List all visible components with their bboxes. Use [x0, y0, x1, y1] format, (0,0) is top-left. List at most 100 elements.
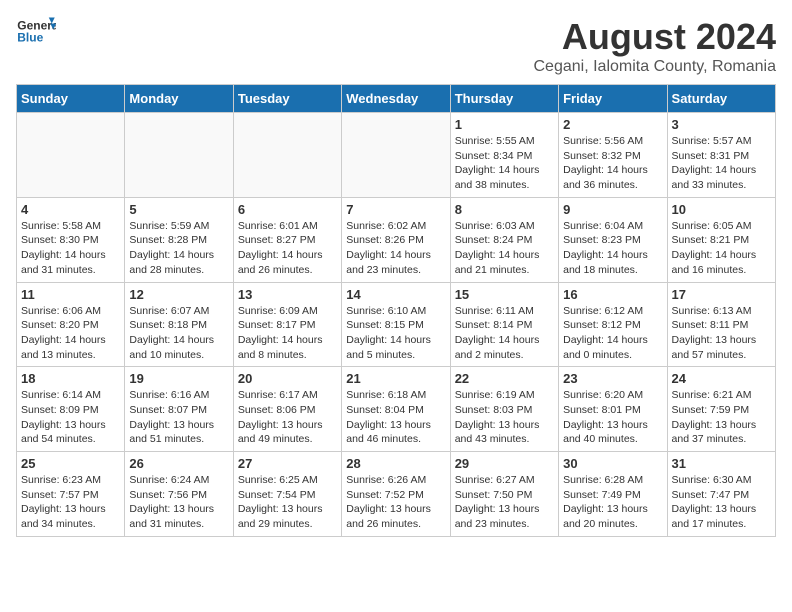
col-sunday: Sunday — [17, 85, 125, 113]
day-number: 17 — [672, 287, 771, 302]
col-thursday: Thursday — [450, 85, 558, 113]
calendar-cell: 8 Sunrise: 6:03 AM Sunset: 8:24 PM Daylig… — [450, 197, 558, 282]
day-number: 16 — [563, 287, 662, 302]
day-number: 25 — [21, 456, 120, 471]
calendar-cell: 5 Sunrise: 5:59 AM Sunset: 8:28 PM Daylig… — [125, 197, 233, 282]
calendar-cell: 2Sunrise: 5:56 AM Sunset: 8:32 PM Daylig… — [559, 113, 667, 198]
day-info: Sunrise: 6:17 AM Sunset: 8:06 PM Dayligh… — [238, 388, 337, 447]
calendar-cell: 25 Sunrise: 6:23 AM Sunset: 7:57 PM Dayli… — [17, 452, 125, 537]
day-number: 28 — [346, 456, 445, 471]
day-number: 9 — [563, 202, 662, 217]
calendar-cell: 29 Sunrise: 6:27 AM Sunset: 7:50 PM Dayli… — [450, 452, 558, 537]
calendar-cell: 9 Sunrise: 6:04 AM Sunset: 8:23 PM Daylig… — [559, 197, 667, 282]
day-info: Sunrise: 6:03 AM Sunset: 8:24 PM Dayligh… — [455, 219, 554, 278]
day-number: 1 — [455, 117, 554, 132]
calendar-cell: 21Sunrise: 6:18 AM Sunset: 8:04 PM Dayli… — [342, 367, 450, 452]
col-monday: Monday — [125, 85, 233, 113]
day-number: 3 — [672, 117, 771, 132]
calendar-cell: 16 Sunrise: 6:12 AM Sunset: 8:12 PM Dayli… — [559, 282, 667, 367]
calendar: Sunday Monday Tuesday Wednesday Thursday… — [16, 84, 776, 537]
calendar-cell: 31Sunrise: 6:30 AM Sunset: 7:47 PM Dayli… — [667, 452, 775, 537]
calendar-cell: 26 Sunrise: 6:24 AM Sunset: 7:56 PM Dayli… — [125, 452, 233, 537]
calendar-cell: 20 Sunrise: 6:17 AM Sunset: 8:06 PM Dayli… — [233, 367, 341, 452]
calendar-cell: 22 Sunrise: 6:19 AM Sunset: 8:03 PM Dayli… — [450, 367, 558, 452]
day-info: Sunrise: 6:26 AM Sunset: 7:52 PM Dayligh… — [346, 473, 445, 532]
day-number: 7 — [346, 202, 445, 217]
day-info: Sunrise: 6:24 AM Sunset: 7:56 PM Dayligh… — [129, 473, 228, 532]
calendar-week-4: 18 Sunrise: 6:14 AM Sunset: 8:09 PM Dayli… — [17, 367, 776, 452]
day-info: Sunrise: 6:09 AM Sunset: 8:17 PM Dayligh… — [238, 304, 337, 363]
day-number: 23 — [563, 371, 662, 386]
day-info: Sunrise: 5:57 AM Sunset: 8:31 PM Dayligh… — [672, 134, 771, 193]
day-info: Sunrise: 6:11 AM Sunset: 8:14 PM Dayligh… — [455, 304, 554, 363]
day-info: Sunrise: 6:01 AM Sunset: 8:27 PM Dayligh… — [238, 219, 337, 278]
calendar-cell: 19Sunrise: 6:16 AM Sunset: 8:07 PM Dayli… — [125, 367, 233, 452]
day-number: 29 — [455, 456, 554, 471]
calendar-cell: 24 Sunrise: 6:21 AM Sunset: 7:59 PM Dayli… — [667, 367, 775, 452]
calendar-header-row: Sunday Monday Tuesday Wednesday Thursday… — [17, 85, 776, 113]
day-number: 18 — [21, 371, 120, 386]
calendar-week-5: 25 Sunrise: 6:23 AM Sunset: 7:57 PM Dayli… — [17, 452, 776, 537]
day-number: 13 — [238, 287, 337, 302]
calendar-cell: 15 Sunrise: 6:11 AM Sunset: 8:14 PM Dayli… — [450, 282, 558, 367]
day-info: Sunrise: 6:12 AM Sunset: 8:12 PM Dayligh… — [563, 304, 662, 363]
calendar-cell: 11 Sunrise: 6:06 AM Sunset: 8:20 PM Dayli… — [17, 282, 125, 367]
col-wednesday: Wednesday — [342, 85, 450, 113]
day-info: Sunrise: 6:05 AM Sunset: 8:21 PM Dayligh… — [672, 219, 771, 278]
day-info: Sunrise: 5:55 AM Sunset: 8:34 PM Dayligh… — [455, 134, 554, 193]
day-number: 8 — [455, 202, 554, 217]
calendar-cell: 23 Sunrise: 6:20 AM Sunset: 8:01 PM Dayli… — [559, 367, 667, 452]
col-tuesday: Tuesday — [233, 85, 341, 113]
day-info: Sunrise: 6:14 AM Sunset: 8:09 PM Dayligh… — [21, 388, 120, 447]
day-number: 15 — [455, 287, 554, 302]
main-title: August 2024 — [534, 16, 777, 58]
calendar-cell: 12 Sunrise: 6:07 AM Sunset: 8:18 PM Dayli… — [125, 282, 233, 367]
day-info: Sunrise: 6:13 AM Sunset: 8:11 PM Dayligh… — [672, 304, 771, 363]
col-saturday: Saturday — [667, 85, 775, 113]
generalblue-logo-icon: General Blue — [16, 16, 56, 46]
day-number: 14 — [346, 287, 445, 302]
calendar-cell: 6 Sunrise: 6:01 AM Sunset: 8:27 PM Daylig… — [233, 197, 341, 282]
day-number: 2 — [563, 117, 662, 132]
day-info: Sunrise: 5:58 AM Sunset: 8:30 PM Dayligh… — [21, 219, 120, 278]
day-number: 31 — [672, 456, 771, 471]
day-number: 22 — [455, 371, 554, 386]
day-number: 20 — [238, 371, 337, 386]
day-info: Sunrise: 6:25 AM Sunset: 7:54 PM Dayligh… — [238, 473, 337, 532]
day-number: 30 — [563, 456, 662, 471]
calendar-cell — [233, 113, 341, 198]
day-info: Sunrise: 6:27 AM Sunset: 7:50 PM Dayligh… — [455, 473, 554, 532]
calendar-cell: 13 Sunrise: 6:09 AM Sunset: 8:17 PM Dayli… — [233, 282, 341, 367]
day-number: 11 — [21, 287, 120, 302]
day-number: 24 — [672, 371, 771, 386]
day-info: Sunrise: 6:04 AM Sunset: 8:23 PM Dayligh… — [563, 219, 662, 278]
day-number: 26 — [129, 456, 228, 471]
header: General Blue August 2024 Cegani, Ialomit… — [16, 16, 776, 76]
calendar-cell: 7 Sunrise: 6:02 AM Sunset: 8:26 PM Daylig… — [342, 197, 450, 282]
day-info: Sunrise: 5:59 AM Sunset: 8:28 PM Dayligh… — [129, 219, 228, 278]
logo: General Blue — [16, 16, 56, 46]
day-number: 10 — [672, 202, 771, 217]
day-info: Sunrise: 6:06 AM Sunset: 8:20 PM Dayligh… — [21, 304, 120, 363]
calendar-cell: 30Sunrise: 6:28 AM Sunset: 7:49 PM Dayli… — [559, 452, 667, 537]
day-info: Sunrise: 6:19 AM Sunset: 8:03 PM Dayligh… — [455, 388, 554, 447]
calendar-cell: 18 Sunrise: 6:14 AM Sunset: 8:09 PM Dayli… — [17, 367, 125, 452]
day-number: 12 — [129, 287, 228, 302]
day-number: 27 — [238, 456, 337, 471]
day-number: 6 — [238, 202, 337, 217]
day-info: Sunrise: 6:21 AM Sunset: 7:59 PM Dayligh… — [672, 388, 771, 447]
calendar-cell: 4Sunrise: 5:58 AM Sunset: 8:30 PM Daylig… — [17, 197, 125, 282]
calendar-week-3: 11 Sunrise: 6:06 AM Sunset: 8:20 PM Dayli… — [17, 282, 776, 367]
calendar-cell: 1 Sunrise: 5:55 AM Sunset: 8:34 PM Daylig… — [450, 113, 558, 198]
subtitle: Cegani, Ialomita County, Romania — [534, 58, 777, 76]
title-area: August 2024 Cegani, Ialomita County, Rom… — [534, 16, 777, 76]
calendar-cell: 17 Sunrise: 6:13 AM Sunset: 8:11 PM Dayli… — [667, 282, 775, 367]
calendar-cell: 3 Sunrise: 5:57 AM Sunset: 8:31 PM Daylig… — [667, 113, 775, 198]
calendar-week-2: 4Sunrise: 5:58 AM Sunset: 8:30 PM Daylig… — [17, 197, 776, 282]
day-info: Sunrise: 6:18 AM Sunset: 8:04 PM Dayligh… — [346, 388, 445, 447]
day-info: Sunrise: 6:07 AM Sunset: 8:18 PM Dayligh… — [129, 304, 228, 363]
day-number: 5 — [129, 202, 228, 217]
day-info: Sunrise: 6:20 AM Sunset: 8:01 PM Dayligh… — [563, 388, 662, 447]
day-info: Sunrise: 6:02 AM Sunset: 8:26 PM Dayligh… — [346, 219, 445, 278]
day-info: Sunrise: 6:23 AM Sunset: 7:57 PM Dayligh… — [21, 473, 120, 532]
